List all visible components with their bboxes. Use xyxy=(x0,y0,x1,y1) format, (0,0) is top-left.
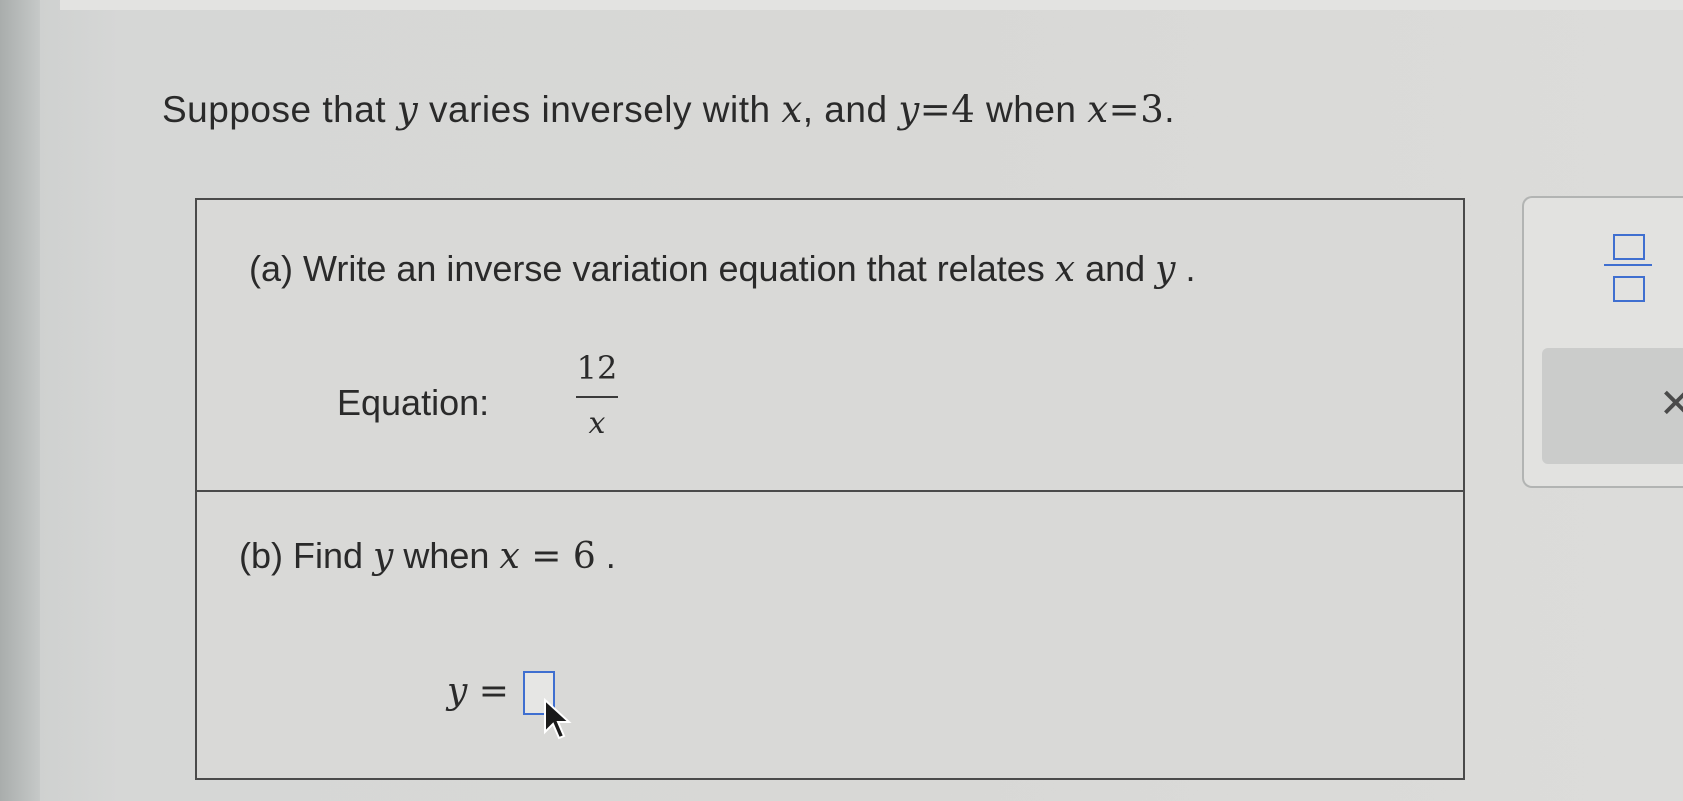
fraction-bar xyxy=(576,396,618,398)
prompt-text: and xyxy=(1075,248,1156,289)
value-x: 3 xyxy=(1140,88,1165,131)
equals-sign: = xyxy=(919,88,952,131)
prompt-text: . xyxy=(595,535,616,576)
fraction-icon[interactable] xyxy=(1604,230,1652,302)
problem-text: . xyxy=(1164,89,1176,130)
fraction-icon-numerator-box xyxy=(1613,234,1645,260)
prompt-text: . xyxy=(1175,248,1196,289)
fraction-icon-denominator-box xyxy=(1613,276,1645,302)
math-toolbar: ✕ xyxy=(1522,196,1683,488)
close-icon: ✕ xyxy=(1659,382,1683,426)
equals-sign: = xyxy=(1108,88,1141,131)
equation-answer-field[interactable]: 12 x xyxy=(572,348,622,442)
equation-label: Equation: xyxy=(337,382,490,423)
screen-edge xyxy=(0,0,40,801)
equals-sign: = xyxy=(467,671,509,712)
var-y: y xyxy=(373,536,394,577)
prompt-text: (a) Write an inverse variation equation … xyxy=(249,248,1055,289)
var-x: x xyxy=(781,88,803,131)
var-x: x xyxy=(1087,88,1109,131)
part-b-prompt: (b) Find y when x = 6 . xyxy=(239,535,616,577)
fraction-denominator[interactable]: x xyxy=(572,406,622,442)
answer-var-y: y xyxy=(447,671,468,712)
problem-statement: Suppose that y varies inversely with x, … xyxy=(162,88,1175,131)
var-y: y xyxy=(898,88,920,131)
mouse-pointer-icon xyxy=(544,698,572,740)
value-y: 4 xyxy=(951,88,976,131)
prompt-text: (b) Find xyxy=(239,535,374,576)
prompt-text: when xyxy=(393,535,500,576)
fraction-numerator[interactable]: 12 xyxy=(572,348,622,388)
clear-button[interactable]: ✕ xyxy=(1542,348,1683,464)
top-strip xyxy=(60,0,1683,10)
problem-text: when xyxy=(975,89,1088,130)
question-card: (a) Write an inverse variation equation … xyxy=(195,198,1465,780)
var-y: y xyxy=(1155,249,1176,290)
var-x: x xyxy=(1054,249,1076,290)
fraction-icon-bar xyxy=(1604,264,1652,266)
value-x: 6 xyxy=(572,536,596,577)
part-b-answer-row: y = xyxy=(447,670,555,716)
part-a-prompt: (a) Write an inverse variation equation … xyxy=(249,248,1196,290)
problem-text: , and xyxy=(802,89,899,130)
problem-text: varies inversely with xyxy=(418,89,782,130)
var-y: y xyxy=(396,88,419,131)
part-a-section: (a) Write an inverse variation equation … xyxy=(197,200,1463,492)
equals-sign: = xyxy=(519,536,573,577)
var-x: x xyxy=(499,536,520,577)
problem-text: Suppose that xyxy=(162,89,397,130)
